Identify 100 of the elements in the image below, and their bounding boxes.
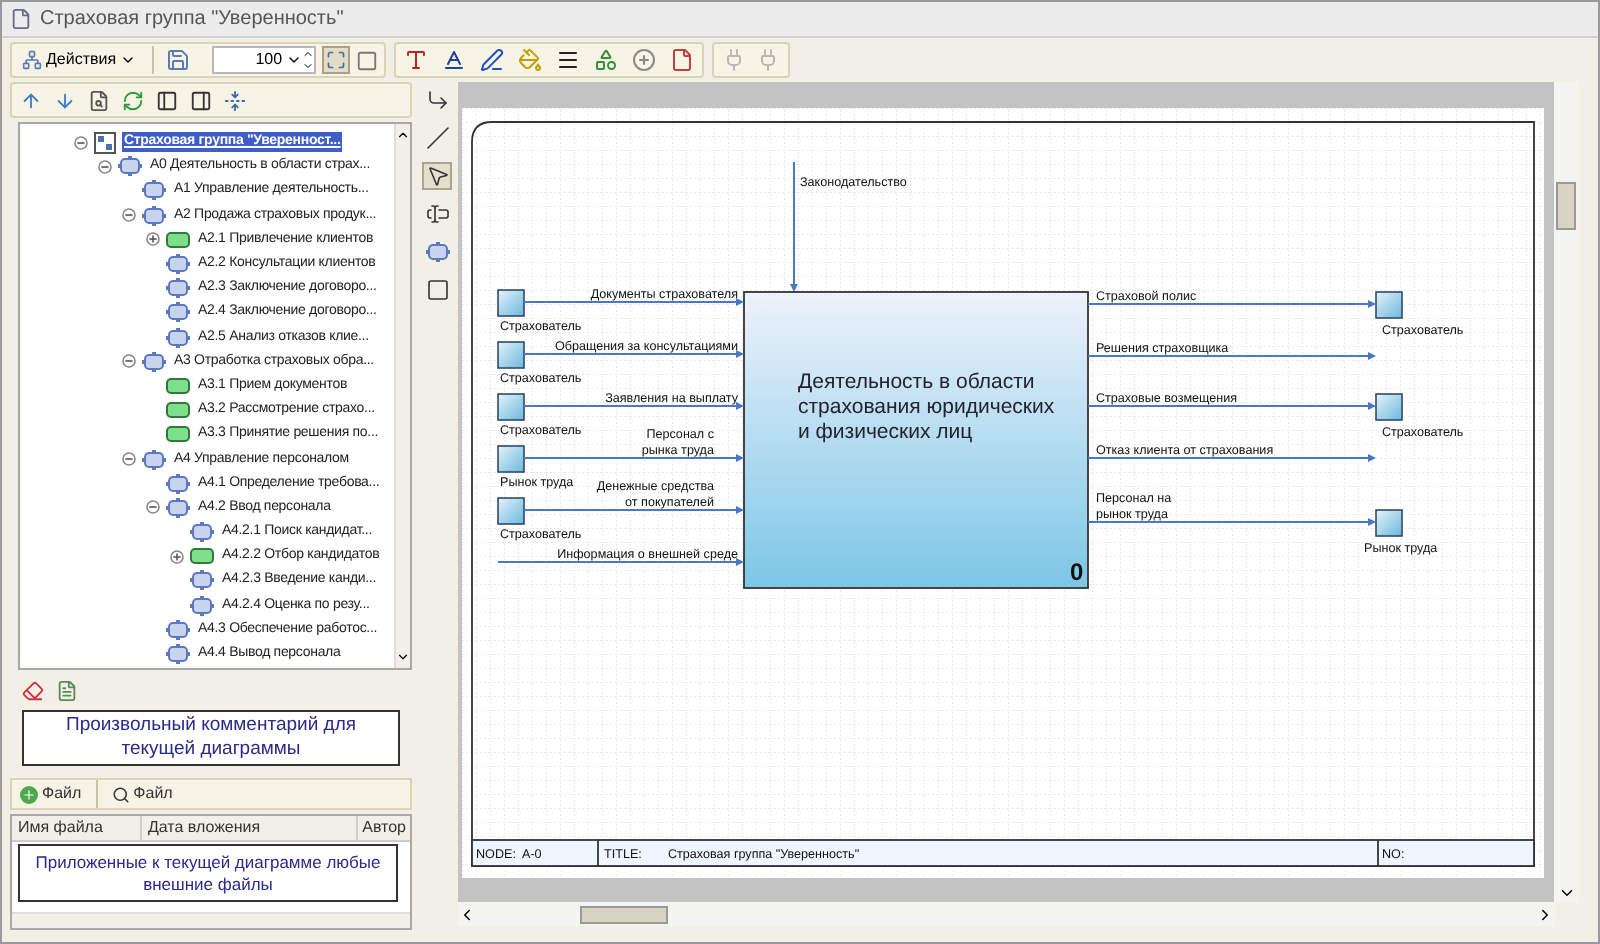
up-icon[interactable] <box>20 89 42 111</box>
dropdown-icon <box>286 52 303 68</box>
panel-left-icon[interactable] <box>156 89 178 111</box>
external-entity <box>497 341 525 369</box>
refresh-icon[interactable] <box>122 89 144 111</box>
add-icon <box>20 785 38 803</box>
app-icon <box>10 8 32 30</box>
external-entity <box>497 289 525 317</box>
arrow <box>790 161 798 292</box>
save-icon[interactable] <box>166 48 191 72</box>
search-icon <box>111 785 130 803</box>
activity-icon <box>166 278 190 299</box>
activity-icon <box>190 570 214 591</box>
external-entity <box>497 497 525 525</box>
activity-icon <box>166 644 190 665</box>
find-icon[interactable] <box>88 89 110 111</box>
collapse-icon[interactable] <box>122 208 136 223</box>
activity-icon <box>166 254 190 275</box>
column-header[interactable]: Имя файла <box>12 816 142 840</box>
column-header[interactable]: Дата вложения <box>141 816 359 840</box>
collapse-icon[interactable] <box>146 500 160 515</box>
process-icon <box>166 426 190 443</box>
find-file-button[interactable]: Файл <box>111 782 173 806</box>
activity-icon <box>166 619 190 640</box>
collapse-icon[interactable] <box>98 159 112 174</box>
expand-icon[interactable] <box>146 232 160 247</box>
fit-icon <box>326 50 347 70</box>
tool-button[interactable] <box>422 200 452 228</box>
vertical-scrollbar[interactable] <box>394 124 410 668</box>
panel-right-icon[interactable] <box>190 89 212 111</box>
horizontal-scrollbar[interactable] <box>12 912 410 928</box>
add-file-button[interactable]: Файл <box>20 782 82 806</box>
collapse-icon[interactable] <box>122 452 136 467</box>
activity-icon <box>166 302 190 323</box>
external-entity <box>1375 509 1403 537</box>
diagram-icon <box>94 131 116 154</box>
activity-icon <box>166 327 190 348</box>
spin-up-icon <box>302 48 315 60</box>
connector-icon <box>425 88 449 112</box>
activity-number: 0 <box>1070 558 1084 586</box>
activity-icon <box>425 242 449 262</box>
activity-icon <box>118 156 142 177</box>
tool-button[interactable] <box>422 162 452 190</box>
text-icon <box>425 202 449 226</box>
external-entity <box>1375 291 1403 319</box>
process-icon <box>166 377 190 394</box>
line-icon <box>425 126 449 150</box>
expand-icon[interactable] <box>170 549 184 564</box>
files-note: Приложенные к текущей диаграмме любые внешние файлы <box>18 844 398 902</box>
scroll-left-icon <box>458 905 476 923</box>
font-icon[interactable] <box>404 48 429 72</box>
scroll-thumb[interactable] <box>1556 182 1576 230</box>
actions-button[interactable]: Действия <box>18 46 141 74</box>
comment-box: Произвольный комментарий для текущей диаграммы <box>22 710 400 766</box>
activity-icon <box>142 449 166 470</box>
external-entity <box>497 393 525 421</box>
down-icon[interactable] <box>54 89 76 111</box>
shapes-icon[interactable] <box>594 48 619 72</box>
scroll-down-icon <box>1557 884 1575 902</box>
collapse-icon[interactable] <box>74 135 88 150</box>
scroll-up-icon <box>396 128 410 142</box>
activity-icon <box>190 595 214 616</box>
square-icon <box>425 278 449 302</box>
font-color-icon[interactable] <box>442 48 467 72</box>
line-color-icon[interactable] <box>480 48 505 72</box>
vertical-scrollbar[interactable] <box>1554 82 1578 902</box>
eraser-icon[interactable] <box>22 679 44 701</box>
collapse-all-icon[interactable] <box>224 89 246 111</box>
line-style-icon[interactable] <box>556 48 581 72</box>
spin-down-icon <box>302 60 315 72</box>
page-icon[interactable] <box>670 48 695 72</box>
scroll-down-icon <box>396 650 410 664</box>
square-icon[interactable] <box>356 49 379 71</box>
pointer-icon <box>425 164 449 188</box>
column-header[interactable]: Автор <box>358 816 410 840</box>
caret-icon <box>120 52 137 68</box>
tool-button[interactable] <box>422 124 452 152</box>
add-icon[interactable] <box>632 48 657 72</box>
external-entity <box>1375 393 1403 421</box>
activity-title: Деятельность в области страхования юридических и физических лиц <box>798 370 1055 444</box>
process-icon <box>166 231 190 248</box>
horizontal-scrollbar[interactable] <box>458 902 1554 926</box>
process-icon <box>166 402 190 419</box>
window-title: Страховая группа "Уверенность" <box>40 6 344 34</box>
tool-button[interactable] <box>422 276 452 304</box>
activity-icon <box>166 473 190 494</box>
activity-icon <box>142 351 166 372</box>
activity-icon <box>142 180 166 201</box>
process-icon <box>190 548 214 565</box>
external-entity <box>497 445 525 473</box>
scroll-right-icon <box>1536 905 1554 923</box>
document-icon[interactable] <box>56 679 78 701</box>
fit-button[interactable] <box>322 46 351 74</box>
network-icon <box>22 50 42 70</box>
activity-icon <box>190 522 214 543</box>
scroll-thumb[interactable] <box>580 905 668 923</box>
collapse-icon[interactable] <box>122 354 136 369</box>
fill-icon[interactable] <box>518 48 543 72</box>
activity-icon <box>166 497 190 518</box>
zoom-field[interactable]: 100 <box>212 46 317 74</box>
